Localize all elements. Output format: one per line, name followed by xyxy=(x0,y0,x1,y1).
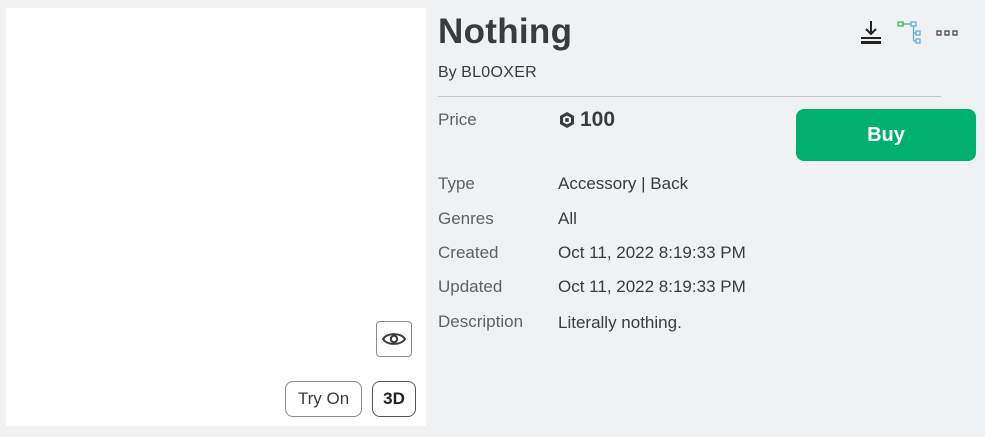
description-label: Description xyxy=(438,312,524,331)
genres-value: All xyxy=(558,209,577,228)
hierarchy-button[interactable] xyxy=(896,20,922,46)
price-amount: 100 xyxy=(580,108,616,131)
robux-icon xyxy=(560,112,574,128)
item-toolbar xyxy=(858,20,960,46)
created-value: Oct 11, 2022 8:19:33 PM xyxy=(558,243,746,262)
download-button[interactable] xyxy=(858,20,884,46)
item-title: Nothing xyxy=(438,12,573,51)
3d-view-button[interactable]: 3D xyxy=(372,381,416,417)
try-on-button[interactable]: Try On xyxy=(285,381,362,417)
creator-link[interactable]: BL0OXER xyxy=(461,64,537,81)
hierarchy-icon xyxy=(897,21,921,44)
price-label: Price xyxy=(438,110,477,129)
header-divider xyxy=(438,96,941,97)
eye-icon xyxy=(382,333,406,345)
created-label: Created xyxy=(438,243,499,262)
toggle-view-button[interactable] xyxy=(376,321,412,357)
more-options-button[interactable] xyxy=(934,20,960,46)
item-preview: Try On 3D xyxy=(6,8,426,426)
buy-button[interactable]: Buy xyxy=(796,109,976,161)
updated-value: Oct 11, 2022 8:19:33 PM xyxy=(558,277,746,296)
updated-label: Updated xyxy=(438,277,503,296)
more-options-icon xyxy=(936,30,958,36)
description-value: Literally nothing. xyxy=(558,313,682,332)
genres-label: Genres xyxy=(438,209,494,228)
type-value: Accessory | Back xyxy=(558,174,689,193)
type-label: Type xyxy=(438,174,475,193)
download-icon xyxy=(861,21,881,44)
creator-byline: By BL0OXER xyxy=(438,64,537,82)
price-value: 100 xyxy=(558,108,615,132)
by-prefix: By xyxy=(438,64,457,81)
